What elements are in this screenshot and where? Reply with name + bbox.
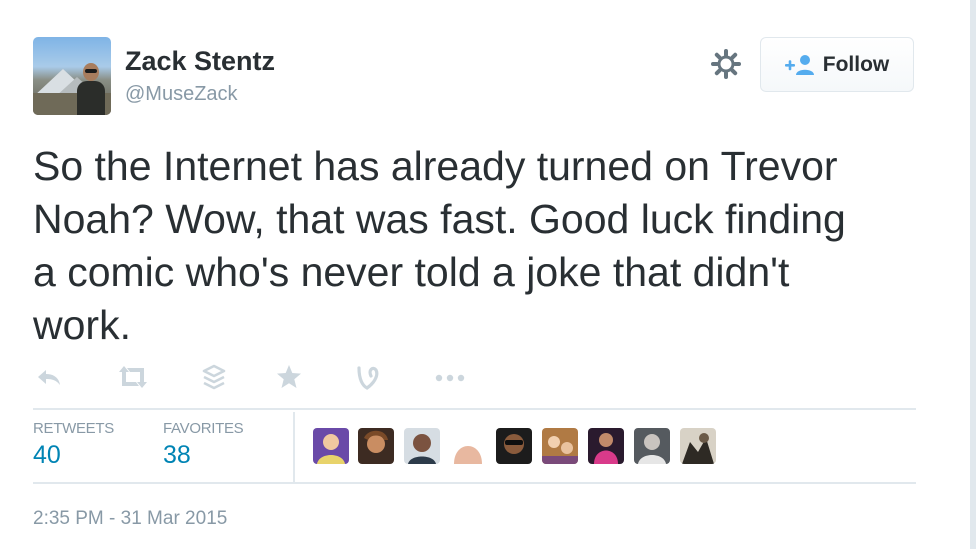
vine-icon[interactable] xyxy=(353,362,381,392)
retweet-icon[interactable] xyxy=(115,362,151,392)
favoriter-avatar[interactable] xyxy=(358,428,394,464)
favoriter-avatar[interactable] xyxy=(313,428,349,464)
retweets-stat[interactable]: RETWEETS 40 xyxy=(33,420,114,470)
favoriter-avatar[interactable] xyxy=(496,428,532,464)
tweet-actions xyxy=(35,362,485,394)
favoriter-avatar[interactable] xyxy=(542,428,578,464)
favorites-stat[interactable]: FAVORITES 38 xyxy=(163,420,244,470)
add-user-icon xyxy=(784,54,814,75)
screen-name[interactable]: @MuseZack xyxy=(125,83,238,106)
follow-button[interactable]: Follow xyxy=(760,37,914,92)
retweets-label: RETWEETS xyxy=(33,420,114,437)
buffer-icon[interactable] xyxy=(201,362,227,392)
avatar[interactable] xyxy=(33,37,111,115)
favorites-label: FAVORITES xyxy=(163,420,244,437)
tweet-text: So the Internet has already turned on Tr… xyxy=(33,143,846,348)
avatar-person xyxy=(77,63,105,115)
display-name[interactable]: Zack Stentz xyxy=(125,46,275,77)
gear-icon[interactable] xyxy=(710,48,742,80)
retweets-count: 40 xyxy=(33,441,61,469)
favoriter-avatar[interactable] xyxy=(404,428,440,464)
reply-icon[interactable] xyxy=(35,362,63,392)
favoriter-avatar[interactable] xyxy=(450,428,486,464)
favoriter-avatar[interactable] xyxy=(588,428,624,464)
tweet-timestamp[interactable]: 2:35 PM - 31 Mar 2015 xyxy=(33,508,227,530)
favorites-count: 38 xyxy=(163,441,191,469)
window-edge xyxy=(970,0,976,549)
favoriter-avatar[interactable] xyxy=(680,428,716,464)
favoriter-avatar[interactable] xyxy=(634,428,670,464)
stats-separator xyxy=(293,412,295,482)
stats-top-divider xyxy=(33,408,916,410)
stats-bottom-divider xyxy=(33,482,916,484)
favorite-icon[interactable] xyxy=(275,362,303,392)
follow-label: Follow xyxy=(822,52,890,76)
more-icon[interactable] xyxy=(433,362,467,392)
